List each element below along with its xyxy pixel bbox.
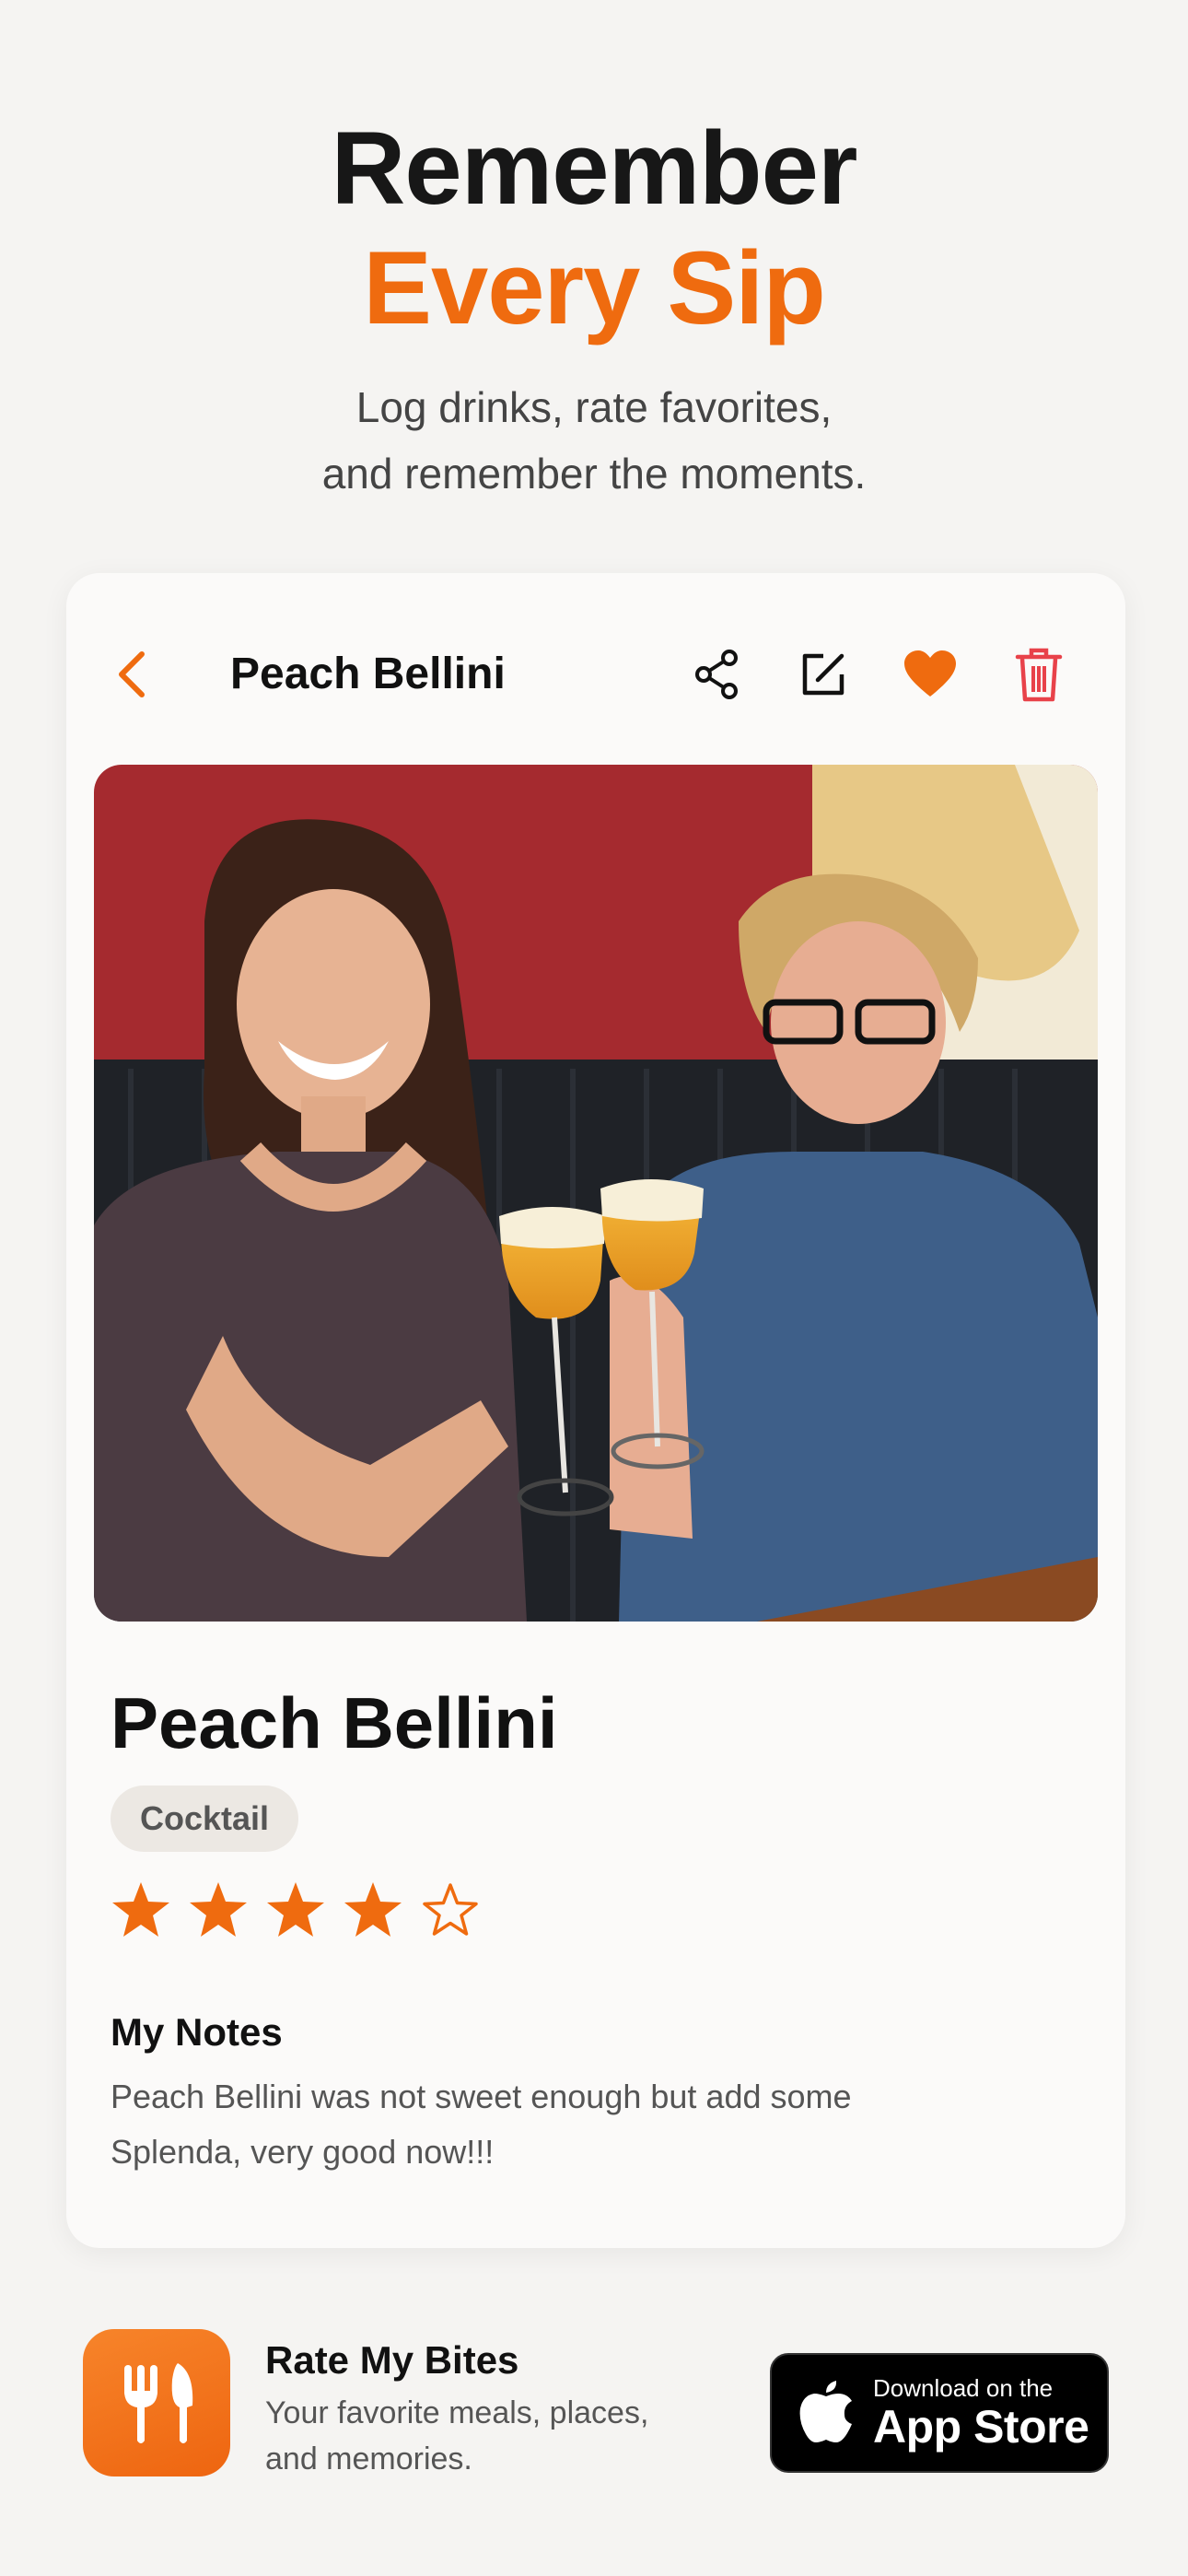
footer-tagline-line2: and memories. <box>265 2441 472 2476</box>
star-filled-icon[interactable] <box>343 1879 403 1940</box>
edit-button[interactable] <box>790 641 856 708</box>
notes-body: Peach Bellini was not sweet enough but a… <box>111 2069 1050 2180</box>
hero-title: Remember <box>331 111 858 226</box>
hero-title-accent: Every Sip <box>363 230 826 345</box>
edit-icon <box>802 653 844 696</box>
app-store-text: Download on the App Store <box>873 2374 1089 2452</box>
star-filled-icon[interactable] <box>265 1879 326 1940</box>
detail-top-bar: Peach Bellini <box>66 573 1125 776</box>
fork-knife-icon <box>124 2363 193 2443</box>
notes-title: My Notes <box>111 2010 283 2054</box>
heart-icon <box>904 650 956 697</box>
footer-app-name: Rate My Bites <box>265 2338 519 2382</box>
apple-icon <box>799 2381 852 2442</box>
notes-line: Splenda, very good now!!! <box>111 2133 495 2171</box>
drink-photo-image <box>94 765 1098 1622</box>
favorite-button[interactable] <box>897 641 963 708</box>
drink-name: Peach Bellini <box>111 1682 558 1763</box>
category-tag: Cocktail <box>111 1786 299 1852</box>
back-chevron-icon <box>119 651 145 697</box>
back-button[interactable] <box>99 641 166 708</box>
drink-detail-card: Peach Bellini Peach Bellini Cocktail My … <box>66 573 1125 2248</box>
share-button[interactable] <box>683 641 750 708</box>
notes-line: Peach Bellini was not sweet enough but a… <box>111 2078 852 2115</box>
rating-stars[interactable] <box>111 1879 481 1940</box>
header-title: Peach Bellini <box>230 650 506 698</box>
delete-button[interactable] <box>1006 641 1072 708</box>
app-store-badge[interactable]: Download on the App Store <box>770 2353 1109 2473</box>
trash-icon <box>1015 648 1063 702</box>
footer-tagline-line1: Your favorite meals, places, <box>265 2395 649 2430</box>
app-icon <box>83 2329 230 2476</box>
star-empty-icon[interactable] <box>420 1879 481 1940</box>
app-store-big-text: App Store <box>873 2401 1089 2453</box>
app-store-small-text: Download on the <box>873 2374 1054 2402</box>
star-filled-icon[interactable] <box>188 1879 249 1940</box>
hero-subtitle-line1: Log drinks, rate favorites, <box>355 383 833 431</box>
hero-subtitle-line2: and remember the moments. <box>321 450 867 498</box>
drink-photo <box>94 765 1098 1622</box>
share-icon <box>695 650 738 699</box>
star-filled-icon[interactable] <box>111 1879 171 1940</box>
